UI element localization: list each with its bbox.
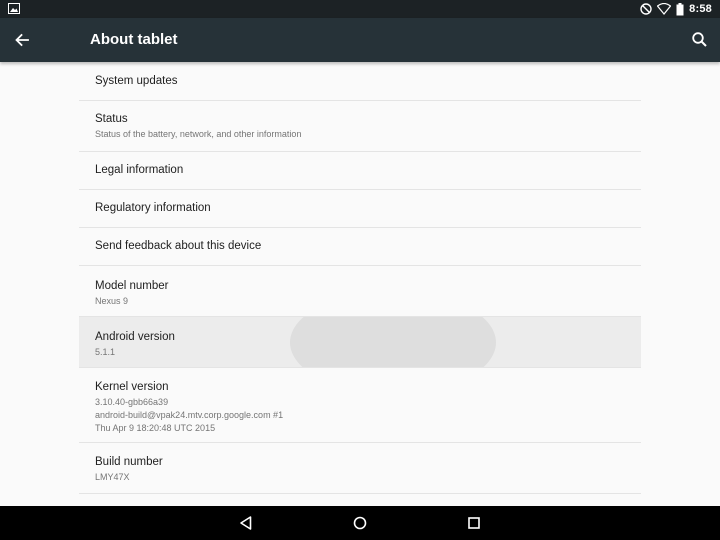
image-notification-icon — [8, 3, 20, 14]
item-summary: 5.1.1 — [95, 347, 116, 357]
search-icon[interactable] — [690, 30, 710, 50]
list-item-legal-information[interactable]: Legal information — [79, 152, 641, 190]
nav-back-icon[interactable] — [238, 515, 254, 531]
page-title: About tablet — [90, 31, 178, 48]
touch-ripple — [290, 317, 496, 367]
item-title: Build number — [95, 456, 163, 468]
list-item-send-feedback[interactable]: Send feedback about this device — [79, 228, 641, 266]
settings-list: System updates Status Status of the batt… — [79, 63, 641, 494]
item-summary: 3.10.40-gbb66a39 android-build@vpak24.mt… — [95, 397, 284, 433]
do-not-disturb-icon — [640, 3, 652, 15]
nav-recents-icon[interactable] — [466, 515, 482, 531]
item-summary: Status of the battery, network, and othe… — [95, 129, 302, 139]
item-title: Regulatory information — [95, 202, 211, 214]
item-title: Kernel version — [95, 381, 169, 393]
item-title: Send feedback about this device — [95, 240, 262, 252]
list-item-status[interactable]: Status Status of the battery, network, a… — [79, 101, 641, 152]
item-title: Android version — [95, 331, 175, 343]
item-title: Legal information — [95, 164, 184, 176]
list-item-system-updates[interactable]: System updates — [79, 63, 641, 101]
status-bar: 8:58 — [0, 0, 720, 18]
list-item-kernel-version[interactable]: Kernel version 3.10.40-gbb66a39 android-… — [79, 368, 641, 443]
list-item-build-number[interactable]: Build number LMY47X — [79, 443, 641, 494]
nav-home-icon[interactable] — [352, 515, 368, 531]
item-title: Model number — [95, 280, 169, 292]
list-item-regulatory-information[interactable]: Regulatory information — [79, 190, 641, 228]
wifi-icon — [657, 3, 672, 15]
navigation-bar — [0, 506, 720, 540]
clock: 8:58 — [689, 3, 712, 15]
arrow-back-icon[interactable] — [12, 30, 32, 50]
item-summary: Nexus 9 — [95, 296, 129, 306]
item-summary: LMY47X — [95, 472, 130, 482]
item-title: Status — [95, 113, 128, 125]
list-item-model-number[interactable]: Model number Nexus 9 — [79, 266, 641, 317]
battery-icon — [676, 2, 684, 15]
list-item-android-version[interactable]: Android version 5.1.1 — [79, 317, 641, 368]
item-title: System updates — [95, 75, 178, 87]
app-bar: About tablet — [0, 18, 720, 62]
